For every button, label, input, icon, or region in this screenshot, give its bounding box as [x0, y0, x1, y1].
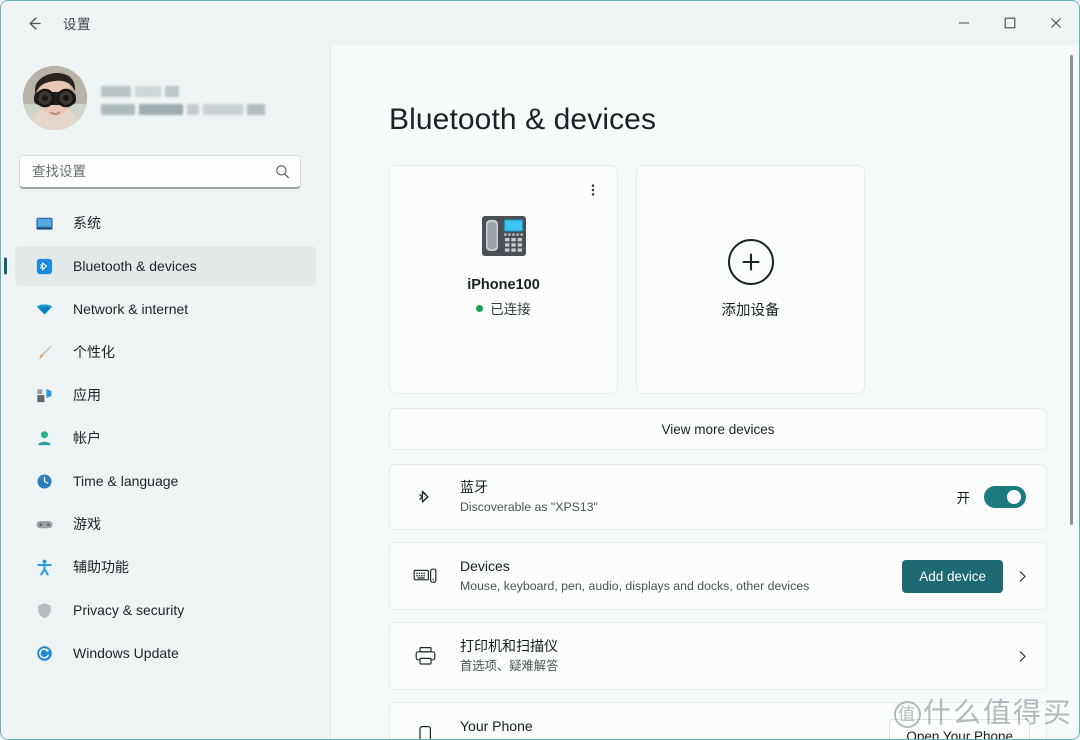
- printer-icon: [410, 641, 440, 671]
- bluetooth-icon: [33, 255, 55, 277]
- device-cards-row: iPhone100 已连接 添加设备: [389, 165, 1049, 394]
- more-vertical-icon[interactable]: [581, 178, 605, 202]
- window-body: 系统 Bluetooth & devices: [1, 45, 1079, 739]
- row-title: 打印机和扫描仪: [460, 637, 558, 654]
- sidebar-item-system[interactable]: 系统: [15, 203, 316, 243]
- paintbrush-icon: [33, 341, 55, 363]
- sidebar-nav: 系统 Bluetooth & devices Network & interne…: [1, 203, 330, 673]
- sidebar-item-apps[interactable]: 应用: [15, 375, 316, 415]
- row-subtitle: Instantly access your Android device's p…: [460, 738, 889, 740]
- toggle-knob: [1007, 490, 1021, 504]
- apps-icon: [33, 384, 55, 406]
- search-container: [19, 155, 310, 189]
- close-button[interactable]: [1033, 1, 1079, 45]
- printers-scanners-row[interactable]: 打印机和扫描仪 首选项、疑难解答: [389, 622, 1047, 690]
- bluetooth-toggle-wrap: 开: [956, 486, 1026, 508]
- sidebar-item-label: 应用: [73, 387, 101, 403]
- gamepad-icon: [33, 513, 55, 535]
- page-title: Bluetooth & devices: [389, 103, 657, 136]
- sidebar-item-time-language[interactable]: Time & language: [15, 461, 316, 501]
- sidebar-item-bluetooth-devices[interactable]: Bluetooth & devices: [15, 246, 316, 286]
- search-box[interactable]: [19, 155, 301, 189]
- shield-icon: [33, 599, 55, 621]
- sidebar-item-windows-update[interactable]: Windows Update: [15, 633, 316, 673]
- minimize-button[interactable]: [941, 1, 987, 45]
- phone-icon: [410, 721, 440, 739]
- sidebar-item-label: Network & internet: [73, 301, 189, 317]
- sidebar-item-label: Time & language: [73, 473, 179, 489]
- window-controls: [941, 1, 1079, 45]
- update-icon: [33, 642, 55, 664]
- clock-icon: [33, 470, 55, 492]
- device-card[interactable]: iPhone100 已连接: [389, 165, 618, 394]
- sidebar-item-label: Windows Update: [73, 645, 179, 661]
- main-content: Bluetooth & devices iPhone100 已连接 添加设备 V…: [331, 45, 1079, 739]
- bluetooth-row-text: 蓝牙 Discoverable as "XPS13": [460, 478, 957, 517]
- devices-row-text: Devices Mouse, keyboard, pen, audio, dis…: [460, 557, 902, 596]
- search-input[interactable]: [32, 156, 275, 187]
- sidebar-item-label: 辅助功能: [73, 559, 129, 575]
- add-device-label: 添加设备: [721, 303, 780, 319]
- maximize-button[interactable]: [987, 1, 1033, 45]
- sidebar-item-label: Bluetooth & devices: [73, 258, 197, 274]
- add-device-card[interactable]: 添加设备: [636, 165, 865, 394]
- device-status-label: 已连接: [490, 302, 531, 317]
- account-block[interactable]: [1, 49, 330, 141]
- row-title: Devices: [460, 557, 510, 574]
- bluetooth-icon: [410, 482, 440, 512]
- devices-row[interactable]: Devices Mouse, keyboard, pen, audio, dis…: [389, 542, 1047, 610]
- wifi-icon: [33, 298, 55, 320]
- plus-circle-icon: [727, 239, 774, 285]
- person-icon: [33, 427, 55, 449]
- sidebar-item-personalization[interactable]: 个性化: [15, 332, 316, 372]
- app-title: 设置: [63, 17, 91, 32]
- bluetooth-toggle-switch[interactable]: [984, 486, 1026, 508]
- your-phone-row-text: Your Phone Instantly access your Android…: [460, 717, 889, 739]
- settings-window: 设置 查找设置 系统 Bluetooth & devices Network &…: [0, 0, 1080, 740]
- sidebar-item-label: Privacy & security: [73, 602, 185, 618]
- row-subtitle: 首选项、疑难解答: [460, 658, 559, 673]
- view-more-devices-button[interactable]: View more devices: [389, 408, 1047, 450]
- your-phone-row[interactable]: Your Phone Instantly access your Android…: [389, 702, 1047, 739]
- back-arrow-icon[interactable]: [17, 8, 51, 38]
- sidebar-item-privacy-security[interactable]: Privacy & security: [15, 590, 316, 630]
- sidebar-item-label: 个性化: [73, 344, 115, 360]
- bluetooth-toggle-row[interactable]: 蓝牙 Discoverable as "XPS13" 开: [389, 464, 1047, 530]
- row-subtitle: Discoverable as "XPS13": [460, 499, 598, 514]
- search-icon[interactable]: [275, 164, 290, 179]
- accessibility-icon: [33, 556, 55, 578]
- avatar[interactable]: [23, 66, 87, 130]
- row-title: Your Phone: [460, 717, 533, 734]
- device-status: 已连接: [476, 298, 531, 318]
- title-bar: 设置: [1, 1, 1079, 45]
- toggle-state-label: 开: [956, 491, 971, 506]
- chevron-right-icon[interactable]: [1015, 569, 1030, 584]
- sidebar-item-gaming[interactable]: 游戏: [15, 504, 316, 544]
- sidebar-item-accessibility[interactable]: 辅助功能: [15, 547, 316, 587]
- sidebar: 系统 Bluetooth & devices: [1, 45, 331, 739]
- status-dot: [476, 304, 484, 312]
- sidebar-item-label: 帐户: [73, 430, 101, 446]
- device-name: iPhone100: [467, 277, 540, 293]
- monitor-icon: [33, 212, 55, 234]
- account-name-blurred: [101, 82, 265, 115]
- open-your-phone-button[interactable]: Open Your Phone: [889, 718, 1030, 739]
- row-title: 蓝牙: [460, 478, 488, 495]
- devices-icon: [410, 561, 440, 591]
- row-subtitle: Mouse, keyboard, pen, audio, displays an…: [460, 578, 810, 593]
- add-device-button[interactable]: Add device: [902, 559, 1003, 593]
- vertical-scrollbar[interactable]: [1070, 55, 1073, 525]
- desk-phone-icon: [478, 212, 530, 265]
- chevron-right-icon[interactable]: [1015, 649, 1030, 664]
- sidebar-item-accounts[interactable]: 帐户: [15, 418, 316, 458]
- sidebar-item-label: 游戏: [73, 516, 101, 532]
- main-inner: Bluetooth & devices iPhone100 已连接 添加设备 V…: [331, 45, 1079, 739]
- printers-row-text: 打印机和扫描仪 首选项、疑难解答: [460, 637, 1015, 676]
- sidebar-item-label: 系统: [73, 215, 101, 231]
- sidebar-item-network-internet[interactable]: Network & internet: [15, 289, 316, 329]
